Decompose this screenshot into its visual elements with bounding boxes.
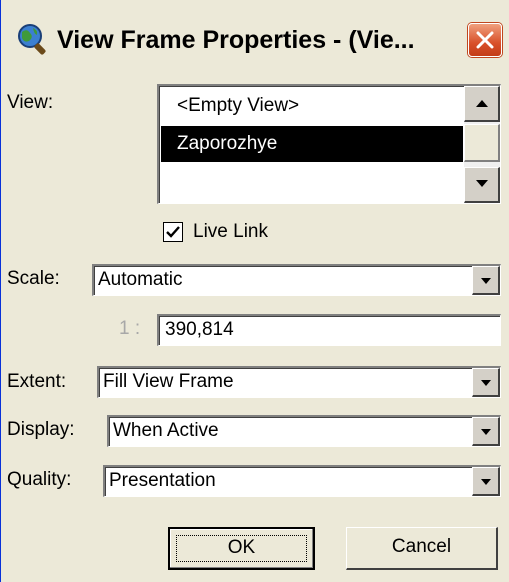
ratio-prefix-label: 1 : bbox=[119, 318, 141, 339]
ok-button-label: OK bbox=[176, 535, 307, 562]
arrow-up-icon bbox=[476, 100, 488, 107]
quality-dropdown-button[interactable] bbox=[472, 467, 500, 496]
list-item[interactable]: <Empty View> bbox=[161, 88, 463, 124]
scroll-up-button[interactable] bbox=[464, 86, 500, 122]
extent-dropdown[interactable]: Fill View Frame bbox=[97, 366, 501, 398]
list-item-selected[interactable]: Zaporozhye bbox=[161, 126, 463, 162]
window-title: View Frame Properties - (Vie... bbox=[57, 26, 415, 54]
view-label: View: bbox=[7, 92, 54, 113]
arrow-down-icon bbox=[476, 180, 488, 187]
view-frame-properties-dialog: View Frame Properties - (Vie... View: <E… bbox=[0, 0, 509, 582]
extent-value: Fill View Frame bbox=[103, 371, 234, 392]
scale-ratio-value: 390,814 bbox=[165, 319, 234, 340]
scale-value: Automatic bbox=[98, 269, 183, 290]
checkmark-icon bbox=[166, 226, 180, 238]
display-value: When Active bbox=[113, 420, 219, 441]
scale-dropdown[interactable]: Automatic bbox=[92, 264, 501, 296]
live-link-checkbox[interactable] bbox=[163, 222, 183, 242]
close-button[interactable] bbox=[468, 23, 502, 57]
display-dropdown-button[interactable] bbox=[472, 417, 500, 446]
title-bar[interactable]: View Frame Properties - (Vie... bbox=[1, 0, 509, 74]
quality-value: Presentation bbox=[109, 470, 216, 491]
cancel-button[interactable]: Cancel bbox=[346, 527, 498, 570]
display-dropdown[interactable]: When Active bbox=[107, 415, 501, 447]
extent-label: Extent: bbox=[7, 371, 67, 392]
extent-dropdown-button[interactable] bbox=[472, 368, 500, 397]
scroll-thumb[interactable] bbox=[464, 124, 500, 162]
chevron-down-icon bbox=[481, 429, 491, 435]
view-list-scrollbar[interactable] bbox=[464, 86, 500, 203]
quality-dropdown[interactable]: Presentation bbox=[103, 465, 501, 497]
scale-ratio-field[interactable]: 390,814 bbox=[157, 314, 501, 346]
display-label: Display: bbox=[7, 419, 75, 440]
scroll-down-button[interactable] bbox=[464, 167, 500, 203]
list-item[interactable] bbox=[161, 164, 463, 200]
chevron-down-icon bbox=[481, 278, 491, 284]
quality-label: Quality: bbox=[7, 469, 72, 490]
globe-magnifier-icon bbox=[15, 22, 49, 56]
chevron-down-icon bbox=[481, 380, 491, 386]
scale-label: Scale: bbox=[7, 268, 60, 289]
live-link-label[interactable]: Live Link bbox=[193, 221, 268, 243]
close-icon bbox=[476, 31, 494, 49]
scale-dropdown-button[interactable] bbox=[472, 266, 500, 295]
view-listbox[interactable]: <Empty View> Zaporozhye bbox=[157, 84, 501, 204]
chevron-down-icon bbox=[481, 479, 491, 485]
ok-button[interactable]: OK bbox=[168, 527, 315, 570]
